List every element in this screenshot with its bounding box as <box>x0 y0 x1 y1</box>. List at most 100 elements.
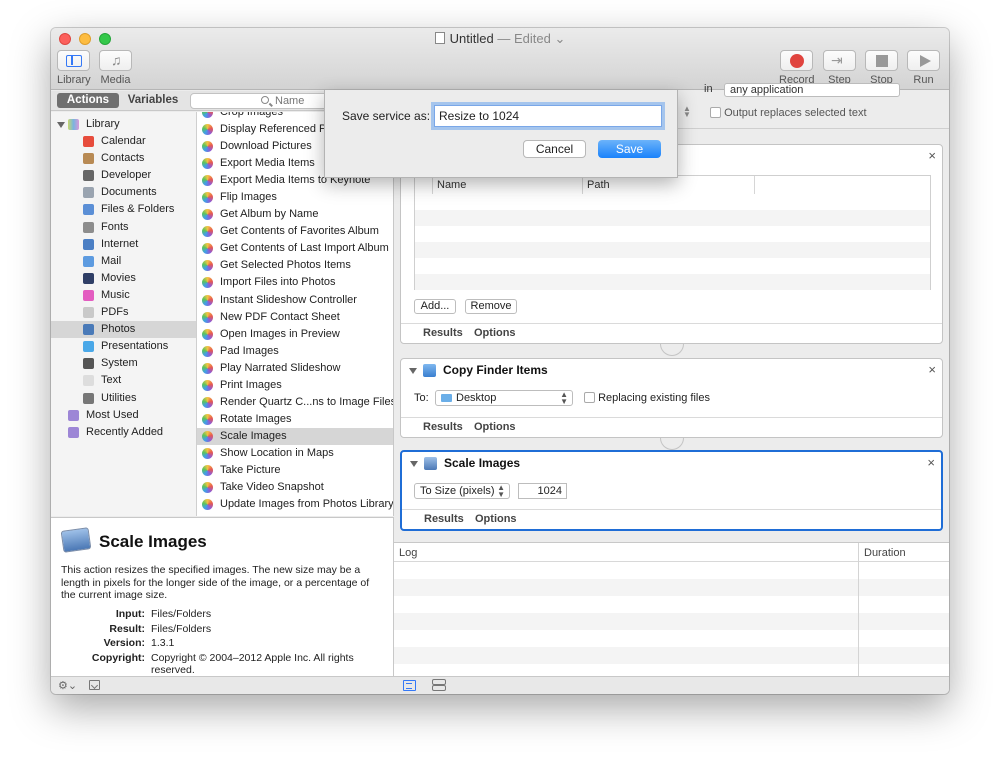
action-item[interactable]: Instant Slideshow Controller <box>197 292 393 309</box>
action-item[interactable]: Get Contents of Favorites Album <box>197 223 393 240</box>
document-icon <box>434 32 445 44</box>
output-replaces-checkbox[interactable]: Output replaces selected text <box>710 107 867 119</box>
list-view-icon[interactable] <box>403 680 416 691</box>
library-item[interactable]: System <box>51 355 196 372</box>
action-item[interactable]: Play Narrated Slideshow <box>197 360 393 377</box>
cancel-button[interactable]: Cancel <box>523 140 586 158</box>
step-toolbar-button[interactable]: ⇥ Step <box>823 50 856 86</box>
finder-icon <box>423 364 436 377</box>
library-item[interactable]: Presentations <box>51 338 196 355</box>
action-item[interactable]: Print Images <box>197 377 393 394</box>
action-item[interactable]: Scale Images <box>197 427 393 445</box>
action-icon <box>202 175 213 187</box>
action-item[interactable]: Import Files into Photos <box>197 274 393 291</box>
library-item[interactable]: Music <box>51 287 196 304</box>
smart-group-item[interactable]: Most Used <box>51 407 196 424</box>
connector <box>660 344 684 356</box>
library-item[interactable]: Mail <box>51 253 196 270</box>
column-duration[interactable]: Duration <box>864 547 906 559</box>
category-icon <box>83 341 94 353</box>
action-item[interactable]: Rotate Images <box>197 411 393 428</box>
automator-window: Untitled — Edited ⌄ Library ♫ Media Reco… <box>51 28 949 694</box>
copy-finder-items-action[interactable]: Copy Finder Items × To: Desktop ▲ ▼ Repla… <box>400 358 943 438</box>
scale-images-action[interactable]: Scale Images × To Size (pixels) ▲ ▼ 1024 … <box>400 450 943 531</box>
record-toolbar-button[interactable]: Record <box>779 50 814 86</box>
remove-button[interactable]: Remove <box>465 299 517 314</box>
scale-mode-popup[interactable]: To Size (pixels) ▲ ▼ <box>414 483 510 499</box>
media-toolbar-button[interactable]: ♫ Media <box>99 50 132 86</box>
library-item[interactable]: Fonts <box>51 219 196 236</box>
action-item[interactable]: Update Images from Photos Library <box>197 496 393 513</box>
library-item[interactable]: Documents <box>51 184 196 201</box>
action-icon <box>202 447 213 459</box>
run-toolbar-button[interactable]: Run <box>907 50 940 86</box>
titlebar: Untitled — Edited ⌄ Library ♫ Media Reco… <box>51 28 949 90</box>
action-item[interactable]: Get Selected Photos Items <box>197 257 393 274</box>
checkbox-icon <box>584 392 595 403</box>
column-path[interactable]: Path <box>583 176 755 194</box>
flow-view-icon[interactable] <box>432 679 446 691</box>
info-toggle-icon[interactable] <box>89 680 100 690</box>
library-item[interactable]: Files & Folders <box>51 201 196 218</box>
service-name-input[interactable] <box>434 105 662 127</box>
action-icon <box>202 413 213 425</box>
chevron-updown-icon[interactable]: ▲ ▼ <box>682 105 692 119</box>
library-item[interactable]: Calendar <box>51 133 196 150</box>
category-icon <box>83 238 94 250</box>
library-item[interactable]: Utilities <box>51 390 196 407</box>
library-item[interactable]: Internet <box>51 236 196 253</box>
save-button[interactable]: Save <box>598 140 661 158</box>
library-item[interactable]: Text <box>51 372 196 389</box>
close-icon[interactable]: × <box>928 362 936 377</box>
action-item[interactable]: Pad Images <box>197 343 393 360</box>
library-item[interactable]: Developer <box>51 167 196 184</box>
library-toolbar-button[interactable]: Library <box>57 50 91 86</box>
results-toggle[interactable]: Results <box>423 327 463 339</box>
replacing-checkbox[interactable]: Replacing existing files <box>584 392 710 404</box>
close-icon[interactable]: × <box>928 148 936 163</box>
results-toggle[interactable]: Results <box>424 513 464 525</box>
action-item[interactable]: Flip Images <box>197 189 393 206</box>
action-item[interactable]: Show Location in Maps <box>197 445 393 462</box>
category-icon <box>83 153 94 165</box>
action-item[interactable]: New PDF Contact Sheet <box>197 309 393 326</box>
step-icon: ⇥ <box>831 52 843 68</box>
category-icon <box>83 272 94 284</box>
library-root-item[interactable]: Library <box>51 116 196 133</box>
stop-toolbar-button[interactable]: Stop <box>865 50 898 86</box>
results-toggle[interactable]: Results <box>423 421 463 433</box>
action-item[interactable]: Take Video Snapshot <box>197 479 393 496</box>
options-toggle[interactable]: Options <box>474 421 516 433</box>
options-toggle[interactable]: Options <box>475 513 517 525</box>
action-item[interactable]: Render Quartz C...ns to Image Files <box>197 394 393 411</box>
smart-group-item[interactable]: Recently Added <box>51 424 196 441</box>
edited-status[interactable]: — Edited ⌄ <box>497 31 565 46</box>
add-button[interactable]: Add... <box>414 299 456 314</box>
application-select[interactable]: any application <box>724 83 900 97</box>
library-item[interactable]: Contacts <box>51 150 196 167</box>
options-toggle[interactable]: Options <box>474 327 516 339</box>
action-item[interactable]: Get Contents of Last Import Album <box>197 240 393 257</box>
destination-popup[interactable]: Desktop ▲ ▼ <box>435 390 573 406</box>
library-item[interactable]: Photos <box>51 321 196 339</box>
gear-icon[interactable]: ⚙⌄ <box>58 679 77 692</box>
action-item[interactable]: Take Picture <box>197 462 393 479</box>
tab-actions[interactable]: Actions <box>57 93 119 108</box>
category-icon <box>83 170 94 182</box>
size-field[interactable]: 1024 <box>518 483 567 499</box>
close-icon[interactable]: × <box>927 455 935 470</box>
card-footer: Results Options <box>402 509 941 529</box>
column-log[interactable]: Log <box>399 547 417 559</box>
disclosure-triangle-icon[interactable] <box>57 122 65 128</box>
library-item[interactable]: Movies <box>51 270 196 287</box>
action-item[interactable]: Open Images in Preview <box>197 326 393 343</box>
tab-variables[interactable]: Variables <box>121 93 185 108</box>
action-item[interactable]: Get Album by Name <box>197 206 393 223</box>
disclosure-triangle-icon[interactable] <box>409 368 417 374</box>
disclosure-triangle-icon[interactable] <box>410 461 418 467</box>
chevron-updown-icon: ▲ ▼ <box>497 483 505 499</box>
action-icon <box>202 226 213 238</box>
column-name[interactable]: Name <box>433 176 583 194</box>
category-icon <box>83 358 94 370</box>
library-item[interactable]: PDFs <box>51 304 196 321</box>
